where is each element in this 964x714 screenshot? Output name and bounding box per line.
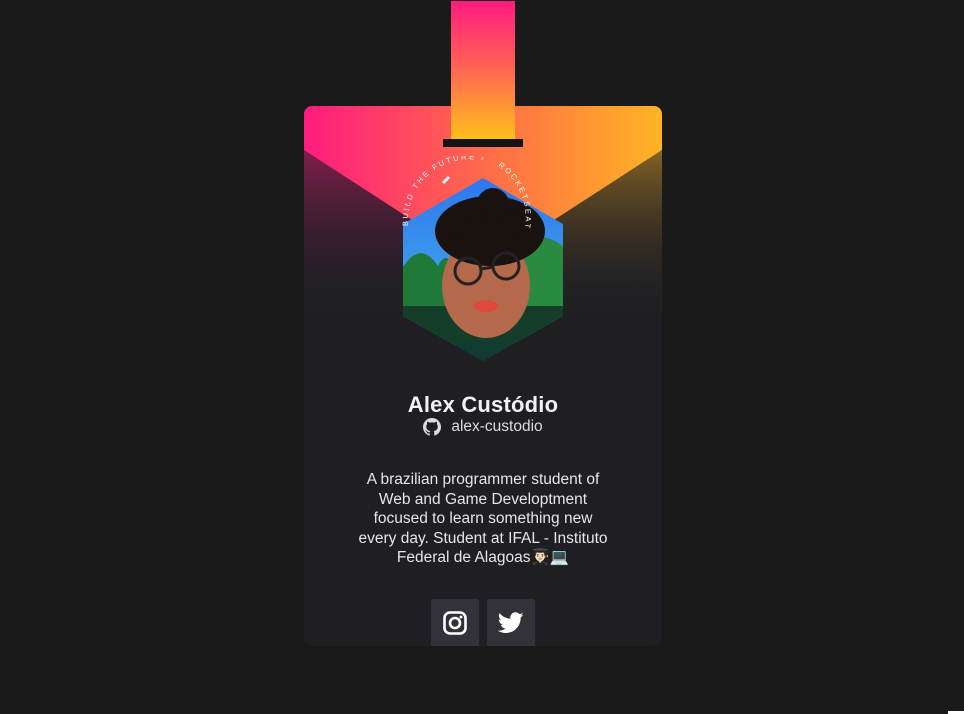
profile-name: Alex Custódio	[407, 392, 559, 417]
profile-card: BUILD THE FUTURE › ROCKETSEAT ‹ Alex Cus…	[304, 106, 662, 646]
badge-clip	[443, 139, 523, 147]
twitter-button[interactable]	[487, 599, 535, 646]
instagram-icon	[443, 611, 467, 635]
profile-bio: A brazilian programmer student of Web an…	[358, 471, 608, 566]
twitter-icon	[498, 612, 524, 633]
instagram-button[interactable]	[431, 599, 479, 646]
avatar: BUILD THE FUTURE › ROCKETSEAT ‹	[396, 149, 568, 366]
social-links	[431, 599, 535, 646]
github-icon	[423, 418, 442, 436]
lanyard-strap	[451, 1, 515, 141]
github-username: alex-custodio	[451, 418, 543, 435]
github-link[interactable]: alex-custodio	[304, 418, 662, 436]
page: BUILD THE FUTURE › ROCKETSEAT ‹ Alex Cus…	[0, 0, 964, 714]
